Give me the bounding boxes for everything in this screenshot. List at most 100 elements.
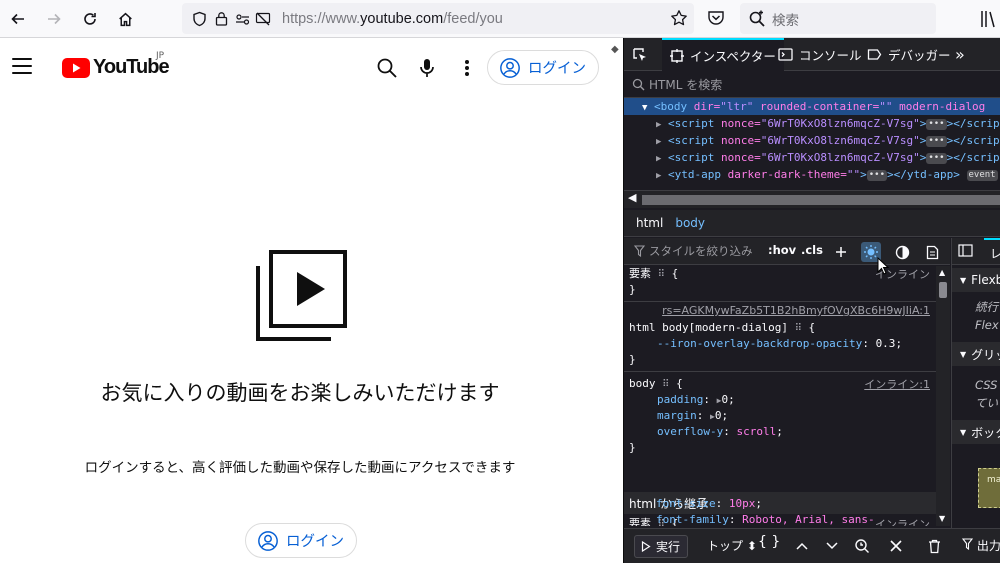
hover-states-button[interactable]: :hov — [768, 243, 796, 257]
empty-state-description: ログインすると、高く評価した動画や保存した動画にアクセスできます — [84, 460, 516, 476]
lock-icon[interactable] — [212, 10, 230, 28]
tab-debugger[interactable]: デバッガー — [867, 38, 951, 71]
rule1-declaration[interactable]: --iron-overlay-backdrop-opacity: 0.3; — [657, 336, 902, 352]
close-icon[interactable] — [886, 536, 906, 556]
markup-node-body[interactable]: ▼ <body dir="ltr" rounded-container="" m… — [624, 98, 1000, 115]
css-rules-view: 要素 ⠿ { インライン } rs=AGKMywFaZb5T1B2hBmyfOV… — [624, 266, 936, 526]
print-media-icon[interactable] — [922, 242, 942, 262]
markup-node-ytd-app[interactable]: ▶ <ytd-app darker-dark-theme=""> ••• ></yt… — [624, 166, 1000, 183]
expand-triangle-icon: ▶ — [656, 171, 662, 181]
home-icon[interactable] — [113, 7, 137, 31]
breadcrumb-html[interactable]: html — [636, 216, 663, 230]
pocket-icon[interactable] — [706, 8, 726, 32]
tab-console[interactable]: コンソール — [778, 38, 862, 71]
section-grid[interactable]: ▼グリッ — [952, 342, 1000, 366]
search-icon[interactable] — [375, 56, 399, 80]
permissions-icon[interactable] — [234, 10, 252, 28]
chevron-down-icon[interactable] — [822, 536, 842, 556]
rule2-source-link[interactable]: インライン:1 — [864, 376, 930, 392]
rule2-declaration-margin[interactable]: margin: ▶0; — [657, 408, 728, 424]
grid-dots-icon: ⠿ — [662, 379, 670, 390]
more-options-icon[interactable] — [455, 56, 479, 80]
search-engine-icon[interactable] — [748, 10, 766, 28]
more-tabs-icon[interactable]: » — [955, 38, 965, 71]
add-rule-icon[interactable] — [831, 242, 851, 262]
classes-button[interactable]: .cls — [801, 243, 823, 257]
login-label-bottom: ログイン — [286, 534, 344, 550]
tracking-protection-icon[interactable] — [190, 10, 208, 28]
flexbox-note-2: Flex — [975, 318, 999, 332]
tab-inspector[interactable]: インスペクター — [662, 38, 784, 71]
toggle-panel-icon[interactable] — [958, 244, 973, 261]
login-button[interactable]: ログイン — [487, 50, 599, 85]
rule2-declaration-padding[interactable]: padding: ▶0; — [657, 392, 735, 408]
url-bar[interactable]: https://www.youtube.com/feed/you — [182, 3, 694, 34]
inherit-declaration-font-family[interactable]: font-family: Roboto, Arial, sans- — [656, 512, 875, 526]
microphone-icon[interactable] — [415, 56, 439, 80]
scrollbar-thumb[interactable] — [939, 282, 947, 298]
dark-scheme-icon[interactable] — [892, 242, 912, 262]
rules-toolbar: スタイルを絞り込み :hov .cls — [624, 238, 950, 265]
run-button[interactable]: 実行 — [634, 535, 689, 558]
context-selector[interactable]: トップ ⬍ — [707, 537, 757, 554]
chevron-up-icon[interactable] — [792, 536, 812, 556]
rules-filter-input[interactable]: スタイルを絞り込み — [649, 243, 753, 259]
console-icon — [778, 48, 793, 61]
inherit-declaration-font-size[interactable]: font-size: 10px; — [656, 496, 762, 512]
pretty-print-button[interactable]: { } — [758, 534, 780, 550]
youtube-page: YouTube JP ログイン ◆ お気に入りの動画をお楽しみいただけます ログ… — [0, 38, 622, 563]
account-icon-bottom — [258, 530, 278, 551]
side-panel-tabs: レ — [952, 238, 1000, 265]
bookmark-star-icon[interactable] — [670, 9, 688, 31]
html-search-box[interactable]: HTML を検索 — [624, 71, 1000, 98]
menu-icon[interactable] — [12, 58, 32, 74]
section-flexbox[interactable]: ▼Flexb — [952, 268, 1000, 292]
empty-state-title: お気に入りの動画をお楽しみいただけます — [100, 381, 500, 405]
expand-triangle-icon: ▶ — [656, 120, 662, 130]
markup-node-script[interactable]: ▶ <script nonce="6WrT0KxO8lzn6mqcZ-V7sg"… — [624, 115, 1000, 132]
rule-element-selector[interactable]: 要素 ⠿ { — [629, 266, 678, 282]
rule2-selector[interactable]: body ⠿ { — [629, 376, 683, 392]
scrollbar-thumb[interactable] — [642, 195, 1000, 205]
console-input-bar: 実行 トップ ⬍ { } 出力 — [624, 528, 1000, 563]
rule1-source-link[interactable]: rs=AGKMywFaZb5T1B2hBmyfOVgXBc6H9wJIiA:1 — [662, 304, 930, 317]
reverse-search-icon[interactable] — [852, 536, 872, 556]
element-picker-icon[interactable] — [632, 38, 648, 71]
trash-icon[interactable] — [924, 536, 944, 556]
output-filter[interactable]: 出力 — [961, 537, 1000, 554]
url-text[interactable]: https://www.youtube.com/feed/you — [282, 11, 503, 27]
resize-handle-icon[interactable]: ◆ — [611, 44, 619, 55]
markup-node-script[interactable]: ▶ <script nonce="6WrT0KxO8lzn6mqcZ-V7sg"… — [624, 149, 1000, 166]
scroll-left-icon: ◀ — [628, 191, 637, 204]
ellipsis-badge: ••• — [926, 152, 947, 164]
tab-layout[interactable]: レ — [984, 238, 1000, 265]
library-icon[interactable] — [980, 9, 996, 33]
forward-icon[interactable] — [42, 7, 66, 31]
inherit-source[interactable]: インライン — [875, 516, 930, 526]
login-label: ログイン — [528, 61, 586, 77]
breadcrumb-body[interactable]: body — [675, 216, 705, 230]
browser-toolbar: https://www.youtube.com/feed/you 検索 — [0, 0, 1000, 38]
grid-note-2: てい — [975, 396, 998, 410]
rule-close-brace: } — [629, 283, 636, 296]
expand-triangle-icon: ▶ — [656, 154, 662, 164]
section-box-model[interactable]: ▼ボック — [952, 420, 1000, 444]
account-icon — [500, 57, 520, 78]
region-code: JP — [156, 51, 165, 61]
rules-vertical-scrollbar[interactable]: ▲ ▼ — [936, 266, 950, 526]
rule2-declaration-overflow[interactable]: overflow-y: scroll; — [657, 424, 783, 440]
markup-horizontal-scrollbar[interactable]: ◀ — [624, 190, 1000, 208]
filter-icon — [634, 245, 645, 257]
expand-triangle-icon: ▶ — [656, 137, 662, 147]
search-bar[interactable]: 検索 — [740, 3, 936, 34]
rule1-selector[interactable]: html body[modern-dialog] ⠿ { — [629, 320, 815, 336]
login-button-bottom[interactable]: ログイン — [245, 523, 357, 558]
search-placeholder: 検索 — [772, 12, 799, 29]
devtools-panel: インスペクター コンソール デバッガー » HTML を検索 ▼ <body d… — [623, 38, 1000, 563]
markup-node-script[interactable]: ▶ <script nonce="6WrT0KxO8lzn6mqcZ-V7sg"… — [624, 132, 1000, 149]
screen-share-blocked-icon[interactable] — [254, 10, 272, 28]
youtube-logo[interactable]: YouTube JP — [62, 51, 170, 79]
reload-icon[interactable] — [78, 7, 102, 31]
filter-icon — [961, 538, 974, 551]
back-icon[interactable] — [6, 7, 30, 31]
